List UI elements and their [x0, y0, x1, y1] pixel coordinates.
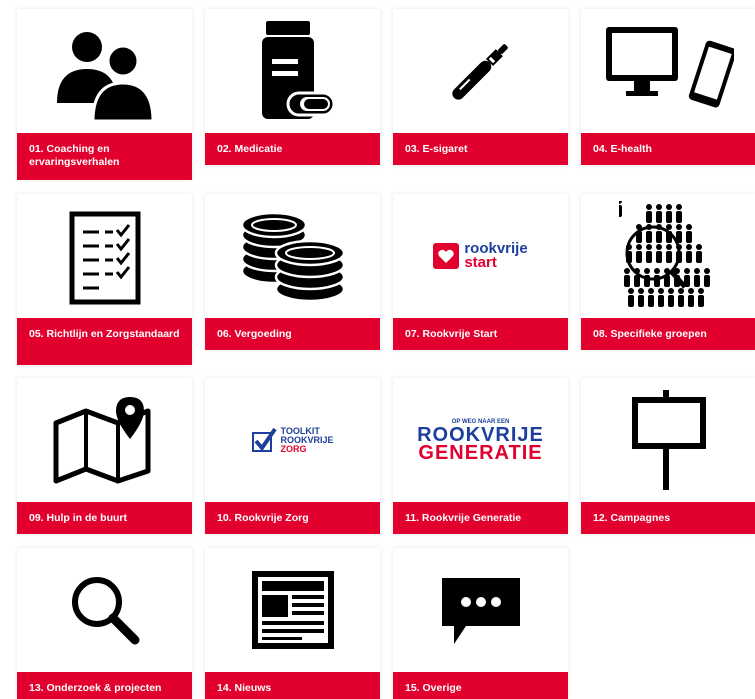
chat-bubble-icon — [393, 548, 568, 672]
tile-label: 04. E-health — [581, 133, 755, 165]
search-icon — [17, 548, 192, 672]
tile-medicatie[interactable]: 02. Medicatie — [205, 9, 380, 165]
tile-label: 12. Campagnes — [581, 502, 755, 534]
checklist-icon — [17, 194, 192, 318]
tile-label: 03. E-sigaret — [393, 133, 568, 165]
tile-label: 10. Rookvrije Zorg — [205, 502, 380, 534]
tile-onderzoek[interactable]: 13. Onderzoek & projecten — [17, 548, 192, 699]
e-cigarette-icon — [393, 9, 568, 133]
tile-label: 11. Rookvrije Generatie — [393, 502, 568, 534]
tile-label: 13. Onderzoek & projecten — [17, 672, 192, 699]
tile-label: 08. Specifieke groepen — [581, 318, 755, 350]
tile-rookvrije-zorg[interactable]: TOOLKIT ROOKVRIJE ZORG 10. Rookvrije Zor… — [205, 378, 380, 534]
tile-nieuws[interactable]: 14. Nieuws — [205, 548, 380, 699]
rookvrije-start-logo: rookvrije start — [393, 194, 568, 318]
heart-logo-icon — [433, 243, 460, 269]
toolkit-rookvrije-zorg-logo: TOOLKIT ROOKVRIJE ZORG — [205, 378, 380, 502]
tile-specifieke-groepen[interactable]: 08. Specifieke groepen — [581, 194, 755, 350]
tile-label: 07. Rookvrije Start — [393, 318, 568, 350]
tile-vergoeding[interactable]: 06. Vergoeding — [205, 194, 380, 350]
newspaper-icon — [205, 548, 380, 672]
tile-e-health[interactable]: 04. E-health — [581, 9, 755, 165]
users-icon — [17, 9, 192, 133]
medicine-bottle-icon — [205, 9, 380, 133]
tile-campagnes[interactable]: 12. Campagnes — [581, 378, 755, 534]
tile-label: 15. Overige — [393, 672, 568, 699]
rookvrije-generatie-logo: OP WEG NAAR EEN ROOKVRIJE GENERATIE — [417, 419, 544, 464]
tile-richtlijn[interactable]: 05. Richtlijn en Zorgstandaard — [17, 194, 192, 365]
tile-rookvrije-start[interactable]: rookvrije start 07. Rookvrije Start — [393, 194, 568, 350]
crowd-magnifier-icon — [581, 194, 755, 318]
coins-icon — [205, 194, 380, 318]
tile-label: 05. Richtlijn en Zorgstandaard — [17, 318, 192, 365]
tile-label: 14. Nieuws — [205, 672, 380, 699]
monitor-phone-icon — [581, 9, 755, 133]
tile-label: 01. Coaching en ervaringsverhalen — [17, 133, 192, 180]
map-pin-icon — [17, 378, 192, 502]
tile-rookvrije-generatie[interactable]: OP WEG NAAR EEN ROOKVRIJE GENERATIE 11. … — [393, 378, 568, 534]
tile-hulp-in-de-buurt[interactable]: 09. Hulp in de buurt — [17, 378, 192, 534]
tile-label: 06. Vergoeding — [205, 318, 380, 350]
tile-e-sigaret[interactable]: 03. E-sigaret — [393, 9, 568, 165]
tile-overige[interactable]: 15. Overige — [393, 548, 568, 699]
tile-label: 02. Medicatie — [205, 133, 380, 165]
signboard-icon — [581, 378, 755, 502]
checkmark-icon — [252, 427, 278, 452]
tile-coaching[interactable]: 01. Coaching en ervaringsverhalen — [17, 9, 192, 180]
tile-label: 09. Hulp in de buurt — [17, 502, 192, 534]
